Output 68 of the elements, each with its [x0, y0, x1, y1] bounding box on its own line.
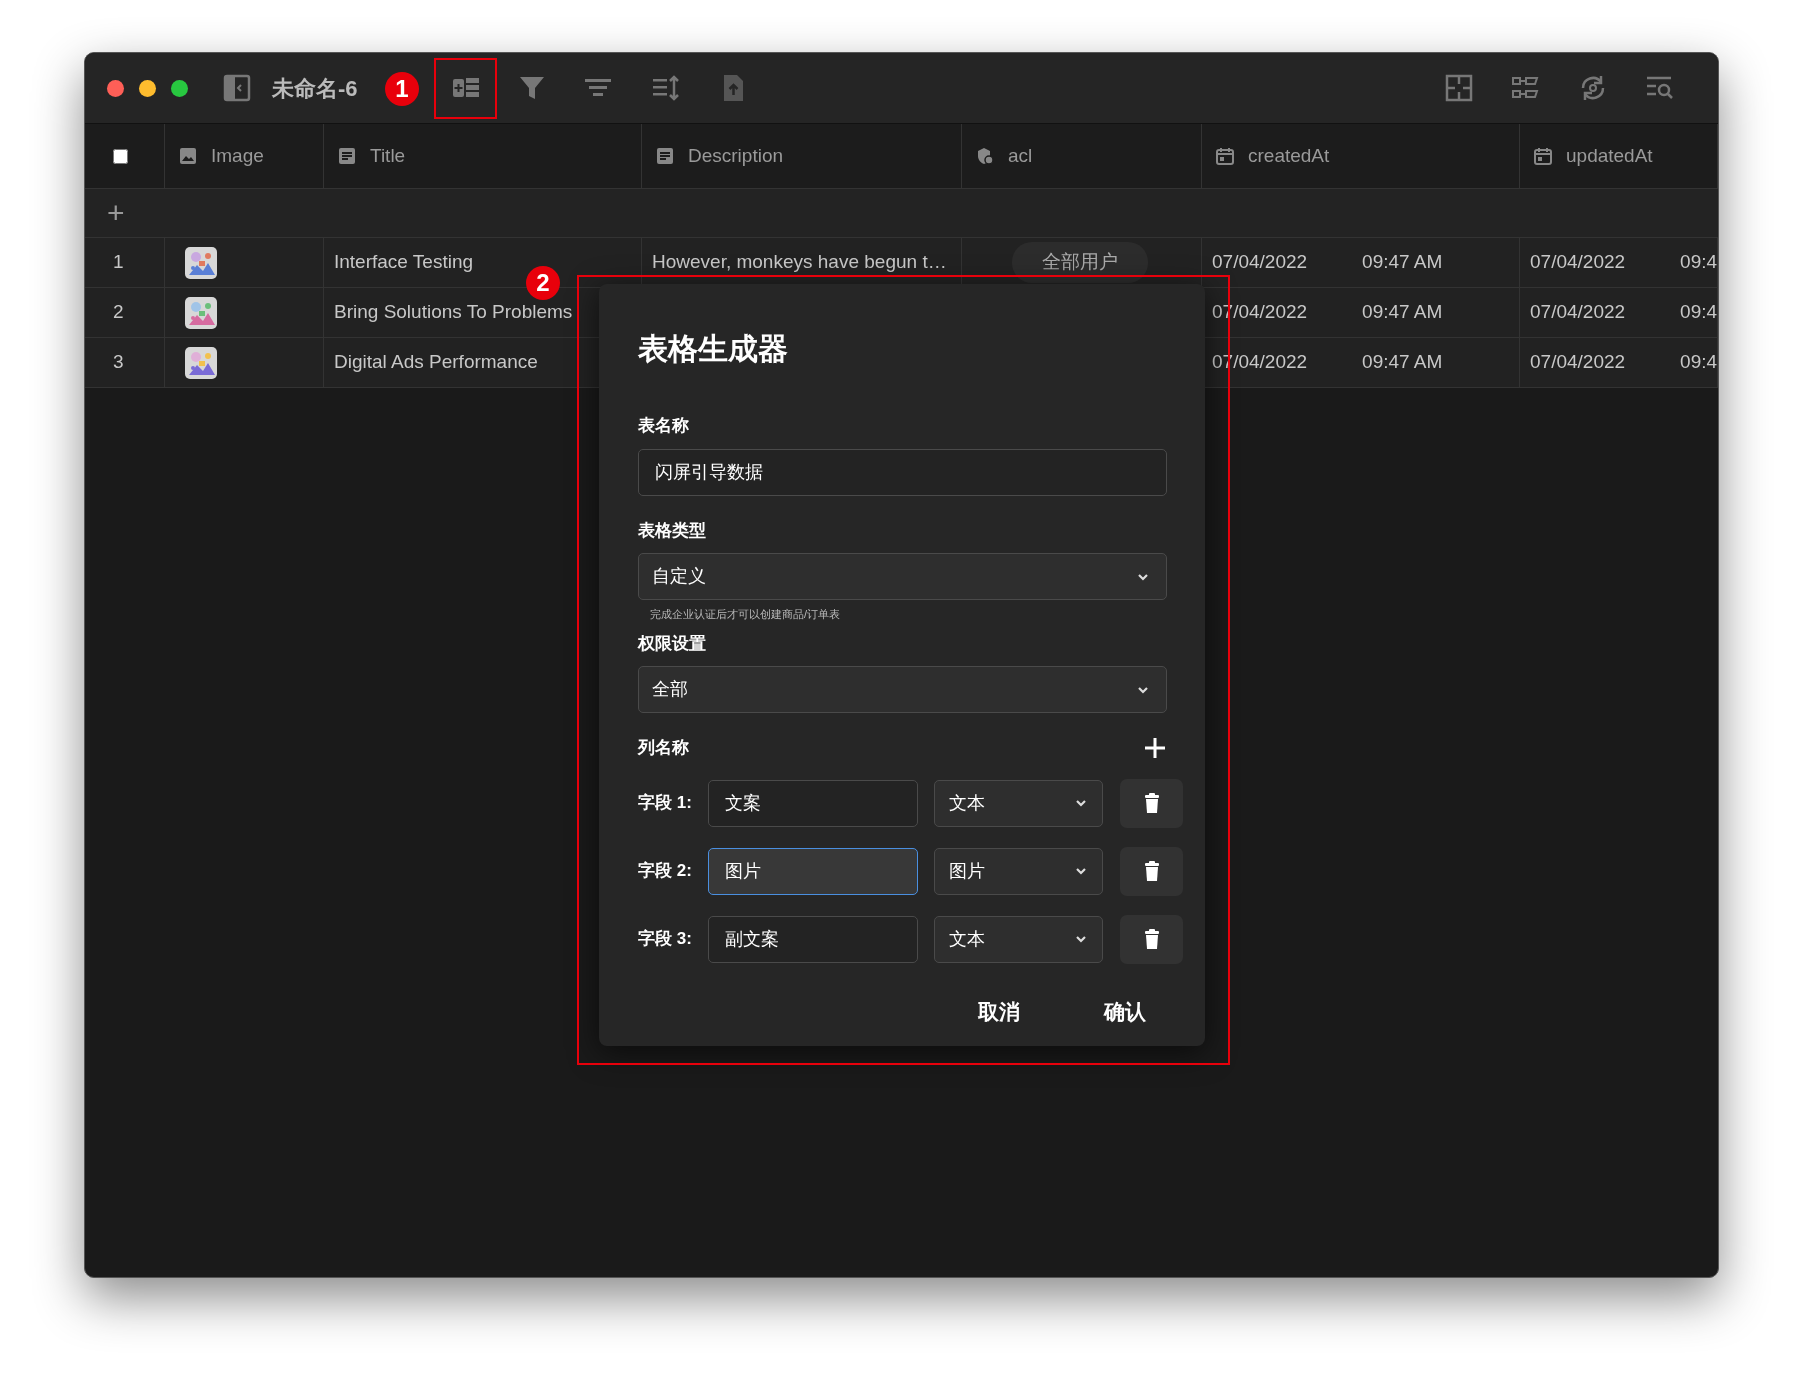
plus-icon [1143, 736, 1167, 761]
select-field[interactable]: 文本 [934, 779, 1103, 827]
grid-layout-icon[interactable] [1444, 73, 1474, 103]
trash-icon [1143, 929, 1160, 949]
time-text: 09:4 [1680, 350, 1717, 375]
text-icon [656, 147, 674, 165]
sidebar-toggle-icon[interactable] [222, 73, 252, 103]
window-title: 未命名-6 [272, 74, 358, 103]
trash-icon [1143, 793, 1160, 813]
delete-button[interactable] [1120, 846, 1183, 896]
row-number: 1 [113, 250, 124, 275]
time-text: 09:4 [1680, 300, 1717, 325]
row-number: 2 [113, 300, 124, 325]
close-button[interactable] [107, 79, 124, 97]
trash-icon [1143, 861, 1160, 881]
select-field[interactable]: 文本 [934, 915, 1103, 963]
time-text: 09:47 AM [1362, 300, 1443, 325]
sort-icon[interactable] [650, 73, 681, 103]
section-label: 列名称 [638, 737, 689, 759]
column-header: Title [370, 143, 406, 168]
input-field[interactable]: 图片 [708, 847, 918, 895]
dialog-title: 表格生成器 [638, 331, 789, 367]
column-header: Image [211, 143, 264, 168]
select-field[interactable]: 全部 [638, 666, 1167, 713]
table-cell-text: However, monkeys have begun t… [652, 250, 947, 275]
add-button[interactable] [1143, 735, 1167, 761]
delete-button[interactable] [1120, 914, 1183, 964]
hint-text: 完成企业认证后才可以创建商品/订单表 [650, 607, 842, 622]
time-text: 09:47 AM [1362, 350, 1443, 375]
input-field[interactable]: 副文案 [708, 915, 918, 963]
dialog-button[interactable]: 确认 [1096, 991, 1154, 1031]
date-text: 07/04/2022 [1530, 350, 1626, 375]
dialog-button[interactable]: 取消 [970, 991, 1028, 1031]
date-text: 07/04/2022 [1530, 300, 1626, 325]
field-label: 权限设置 [638, 632, 707, 655]
column-header: createdAt [1248, 143, 1330, 168]
delete-button[interactable] [1120, 778, 1183, 828]
input-field[interactable]: 闪屏引导数据 [638, 448, 1167, 496]
column-header: Description [688, 143, 784, 168]
select-field[interactable]: 图片 [934, 847, 1103, 895]
date-text: 07/04/2022 [1530, 250, 1626, 275]
shield-icon [976, 147, 994, 165]
table-cell-text: Interface Testing [334, 250, 474, 275]
add-row-button[interactable]: + [107, 198, 125, 228]
column-header: updatedAt [1566, 143, 1653, 168]
date-text: 07/04/2022 [1212, 250, 1308, 275]
field-label: 表格类型 [638, 519, 707, 542]
image-icon [179, 147, 197, 165]
text-icon [338, 147, 356, 165]
table-cell-text: Bring Solutions To Problems [334, 300, 573, 325]
time-text: 09:47 AM [1362, 250, 1443, 275]
table-cell-text: Digital Ads Performance [334, 350, 538, 375]
checkbox[interactable] [113, 148, 128, 164]
acl-tag: 全部用户 [1012, 242, 1148, 283]
field-label: 字段 3: [638, 928, 693, 951]
time-text: 09:4 [1680, 250, 1717, 275]
input-field[interactable]: 文案 [708, 779, 918, 827]
column-header: acl [1008, 143, 1033, 168]
zoom-button[interactable] [171, 79, 188, 97]
calendar-icon [1216, 147, 1234, 165]
field-label: 字段 2: [638, 860, 693, 883]
select-field[interactable]: 自定义 [638, 553, 1167, 600]
minimize-button[interactable] [139, 79, 156, 97]
field-label: 字段 1: [638, 792, 693, 815]
row-number: 3 [113, 350, 124, 375]
calendar-icon [1534, 147, 1552, 165]
field-label: 表名称 [638, 415, 690, 437]
annotation-frame [434, 58, 497, 119]
